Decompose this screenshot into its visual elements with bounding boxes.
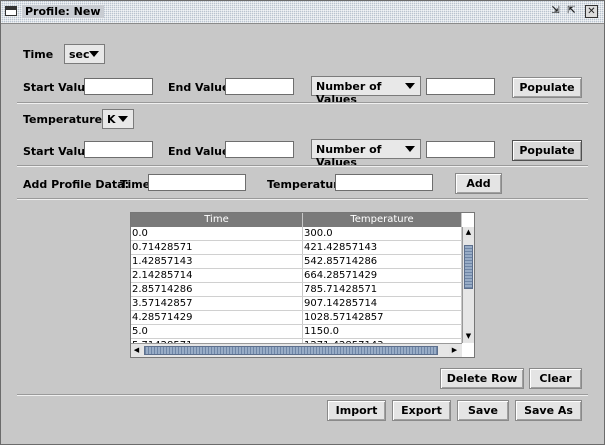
divider <box>17 394 588 396</box>
chevron-down-icon <box>405 83 415 89</box>
temperature-unit-select[interactable]: K <box>102 109 134 129</box>
table-cell[interactable]: 1.42857143 <box>131 255 303 268</box>
table-cell[interactable]: 2.85714286 <box>131 283 303 296</box>
temperature-section-label: Temperature <box>23 113 103 126</box>
table-cell[interactable]: 5.0 <box>131 325 303 338</box>
chevron-down-icon <box>118 116 128 122</box>
profile-table[interactable]: Time Temperature 0.0 300.0 0.71428571 421.… <box>130 212 475 358</box>
clear-button[interactable]: Clear <box>529 368 582 389</box>
time-end-label: End Value: <box>168 81 234 94</box>
column-header-temperature[interactable]: Temperature <box>303 213 462 227</box>
table-cell[interactable]: 1028.57142857 <box>303 311 462 324</box>
add-time-label: Time <box>120 178 151 191</box>
time-unit-select[interactable]: sec <box>64 44 105 64</box>
temperature-count-input[interactable] <box>426 141 495 158</box>
temperature-end-input[interactable] <box>225 141 294 158</box>
scroll-up-icon[interactable]: ▲ <box>463 227 474 238</box>
chevron-down-icon <box>89 51 99 57</box>
table-row[interactable]: 2.14285714 664.28571429 <box>131 269 462 283</box>
table-cell[interactable]: 300.0 <box>303 227 462 240</box>
time-unit-value: sec <box>69 48 90 61</box>
import-button[interactable]: Import <box>327 400 386 421</box>
table-row[interactable]: 2.85714286 785.71428571 <box>131 283 462 297</box>
window-icon <box>5 6 17 16</box>
table-row[interactable]: 0.0 300.0 <box>131 227 462 241</box>
table-cell[interactable]: 3.57142857 <box>131 297 303 310</box>
table-cell[interactable]: 421.42857143 <box>303 241 462 254</box>
time-end-input[interactable] <box>225 78 294 95</box>
horizontal-scrollbar[interactable]: ◀ ▶ <box>131 343 462 357</box>
time-start-input[interactable] <box>84 78 153 95</box>
table-cell[interactable]: 1150.0 <box>303 325 462 338</box>
table-cell[interactable]: 907.14285714 <box>303 297 462 310</box>
scroll-left-icon[interactable]: ◀ <box>131 345 142 356</box>
time-populate-button[interactable]: Populate <box>512 77 582 98</box>
table-body: 0.0 300.0 0.71428571 421.42857143 1.428571… <box>131 227 462 353</box>
title-bar[interactable]: Profile: New ⇲ ⇱ ✕ <box>1 1 604 24</box>
divider <box>17 165 588 167</box>
add-temperature-input[interactable] <box>335 174 433 191</box>
column-header-time[interactable]: Time <box>131 213 303 227</box>
table-cell[interactable]: 785.71428571 <box>303 283 462 296</box>
time-mode-select[interactable]: Number of Values <box>311 76 421 106</box>
time-count-input[interactable] <box>426 78 495 95</box>
add-button[interactable]: Add <box>455 173 502 194</box>
vertical-scrollbar[interactable]: ▲ ▼ <box>462 227 474 343</box>
chevron-down-icon <box>405 146 415 152</box>
table-cell[interactable]: 542.85714286 <box>303 255 462 268</box>
table-cell[interactable]: 664.28571429 <box>303 269 462 282</box>
temperature-unit-value: K <box>107 113 116 126</box>
export-button[interactable]: Export <box>392 400 451 421</box>
table-row[interactable]: 3.57142857 907.14285714 <box>131 297 462 311</box>
maximize-icon[interactable]: ⇱ <box>565 5 578 18</box>
table-cell[interactable]: 0.0 <box>131 227 303 240</box>
table-header: Time Temperature <box>131 213 462 227</box>
save-button[interactable]: Save <box>457 400 509 421</box>
table-cell[interactable]: 2.14285714 <box>131 269 303 282</box>
profile-window: Profile: New ⇲ ⇱ ✕ Time sec Start Value:… <box>0 0 605 445</box>
add-time-input[interactable] <box>148 174 246 191</box>
time-section-label: Time <box>23 48 54 61</box>
save-as-button[interactable]: Save As <box>515 400 582 421</box>
table-row[interactable]: 4.28571429 1028.57142857 <box>131 311 462 325</box>
table-row[interactable]: 5.0 1150.0 <box>131 325 462 339</box>
close-icon[interactable]: ✕ <box>585 5 598 18</box>
add-profile-label: Add Profile Data: <box>23 178 129 191</box>
table-cell[interactable]: 0.71428571 <box>131 241 303 254</box>
scroll-down-icon[interactable]: ▼ <box>463 331 474 342</box>
temperature-start-input[interactable] <box>84 141 153 158</box>
window-title: Profile: New <box>22 5 104 18</box>
divider <box>17 198 588 200</box>
table-row[interactable]: 0.71428571 421.42857143 <box>131 241 462 255</box>
horizontal-scroll-thumb[interactable] <box>144 346 438 355</box>
divider <box>17 102 588 104</box>
scroll-right-icon[interactable]: ▶ <box>449 345 460 356</box>
vertical-scroll-thumb[interactable] <box>464 245 473 289</box>
delete-row-button[interactable]: Delete Row <box>440 368 524 389</box>
temperature-populate-button[interactable]: Populate <box>512 140 582 161</box>
table-cell[interactable]: 4.28571429 <box>131 311 303 324</box>
temperature-end-label: End Value: <box>168 145 234 158</box>
restore-icon[interactable]: ⇲ <box>549 5 562 18</box>
table-row[interactable]: 1.42857143 542.85714286 <box>131 255 462 269</box>
temperature-mode-select[interactable]: Number of Values <box>311 139 421 169</box>
